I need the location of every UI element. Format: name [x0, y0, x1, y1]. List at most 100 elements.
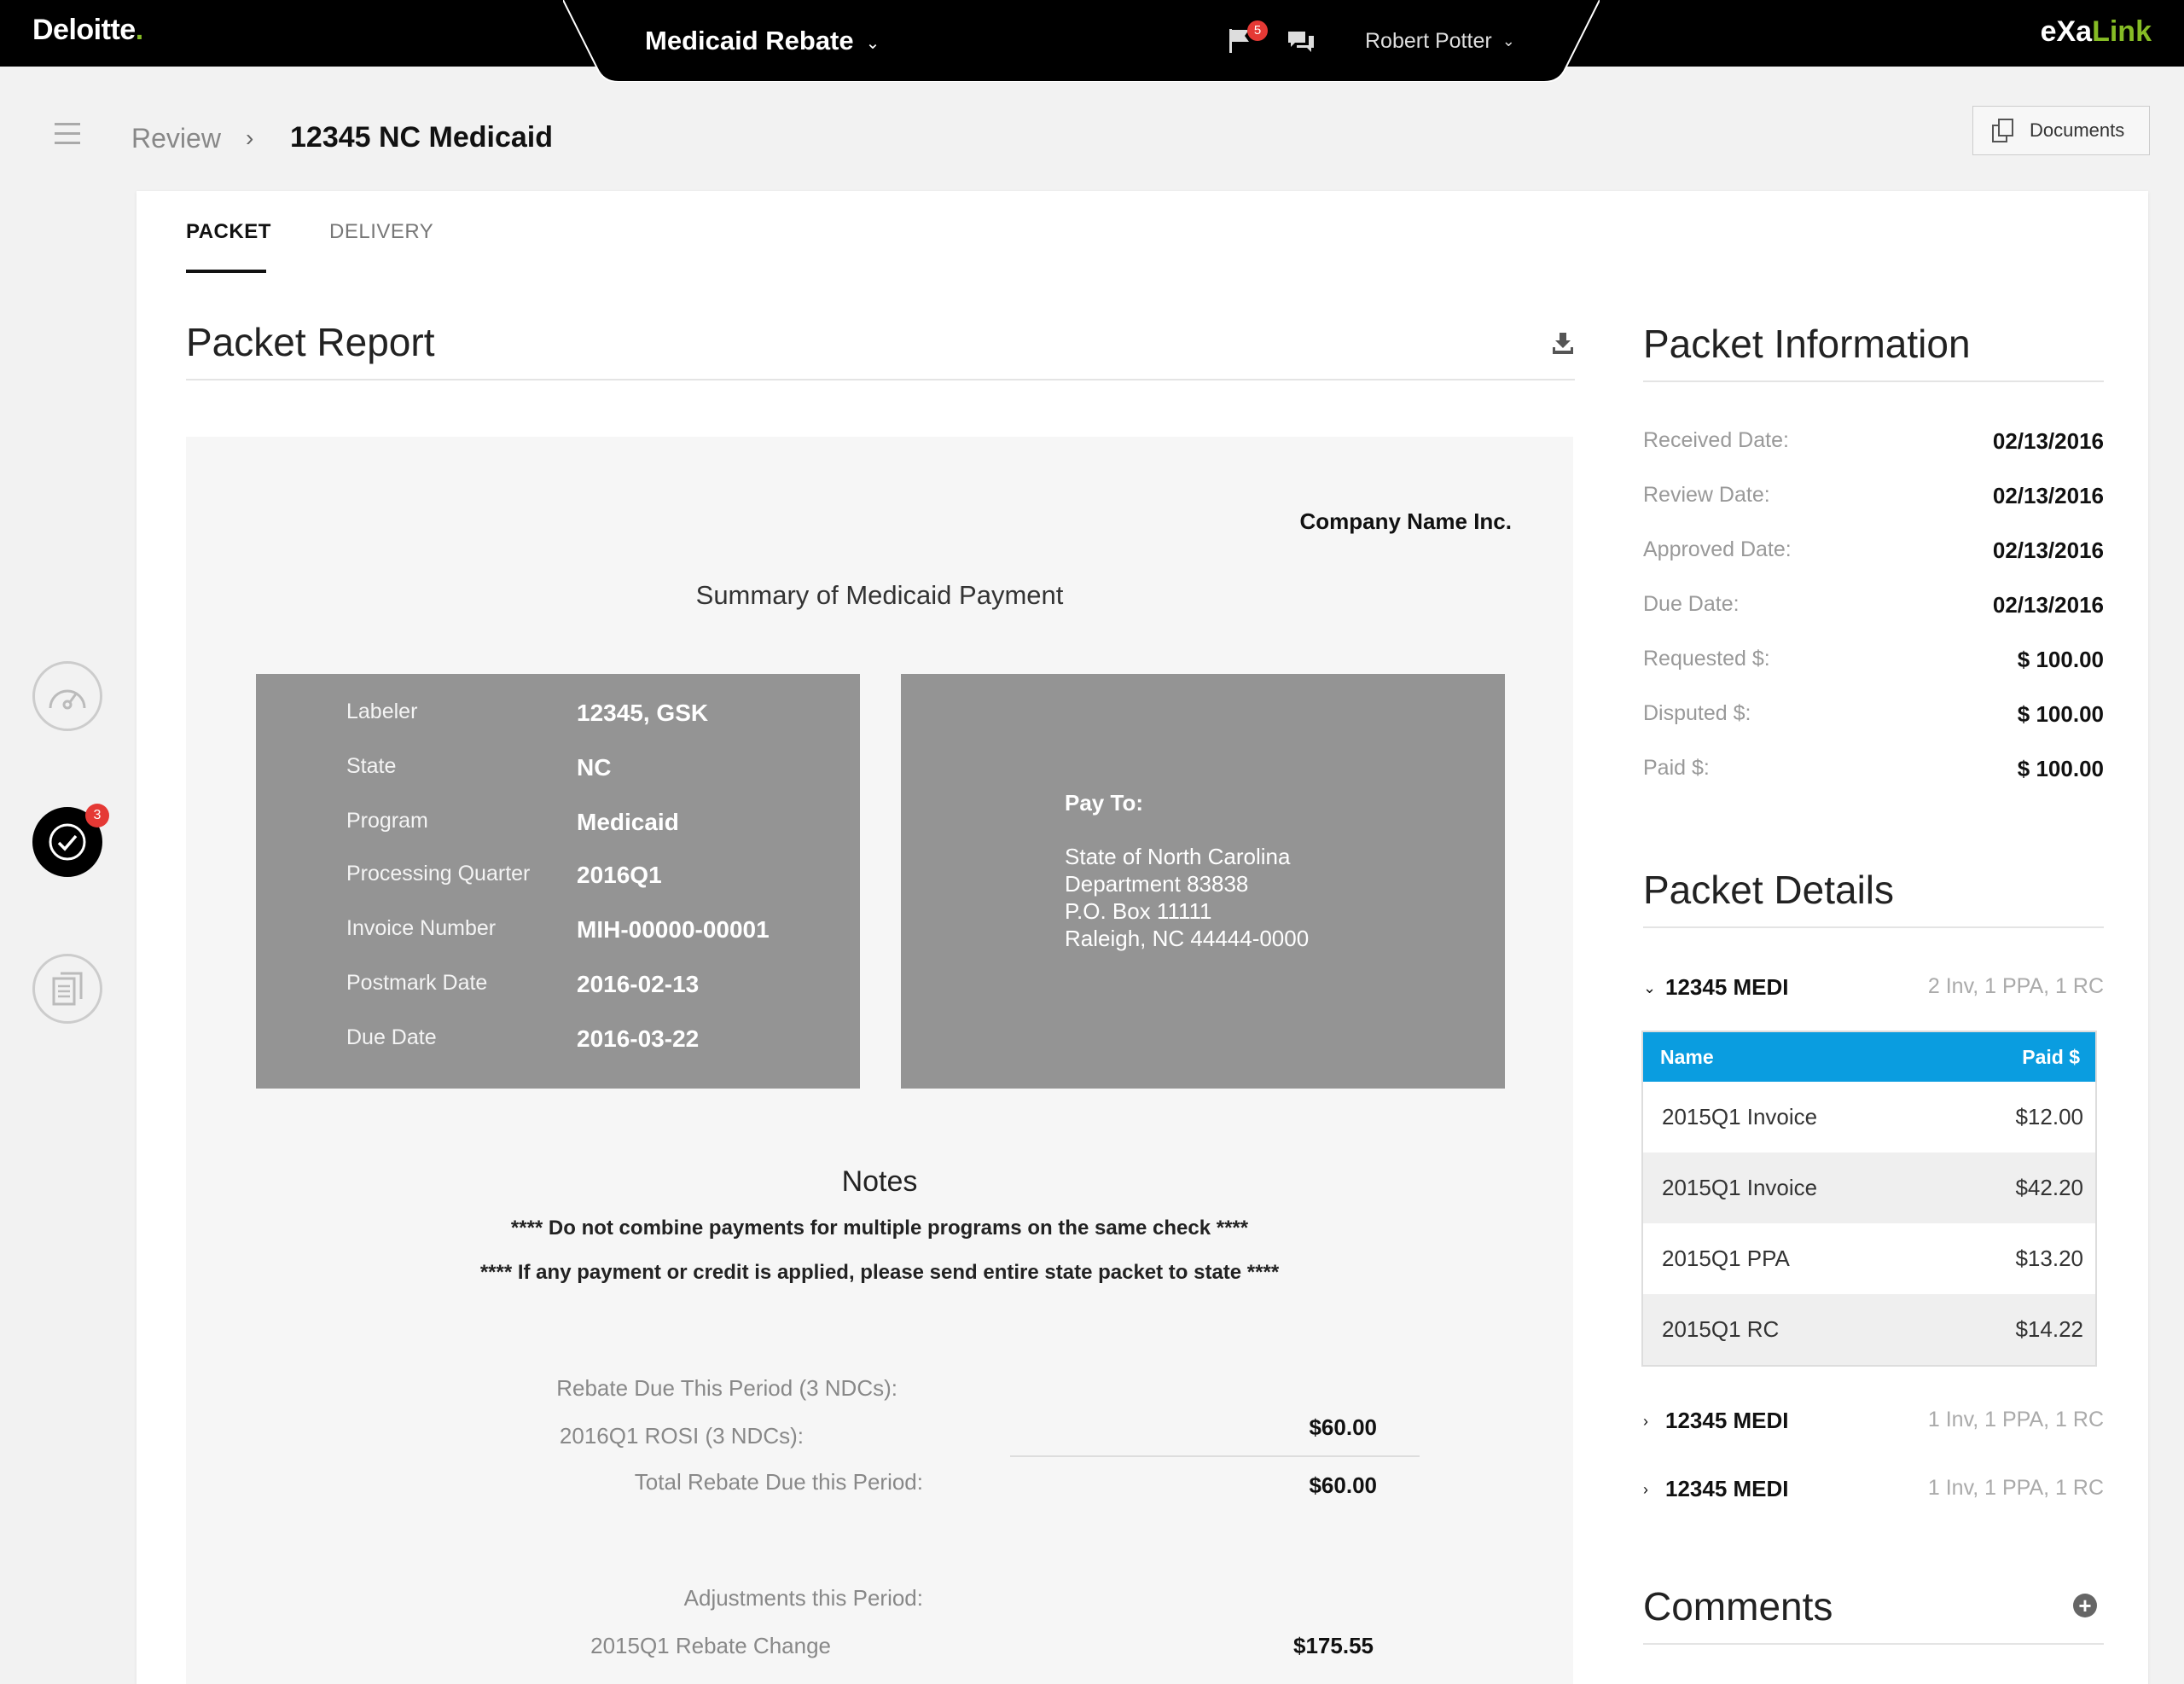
payment-summary-box: Labeler 12345, GSK State NC Program Medicai…	[256, 674, 860, 1089]
field-label: Invoice Number	[346, 916, 497, 940]
reports-nav-button[interactable]	[32, 954, 102, 1024]
info-label: Disputed $:	[1643, 701, 1751, 725]
note-line: **** Do not combine payments for multipl…	[510, 1217, 1249, 1240]
deloitte-logo[interactable]: Deloitte.	[32, 14, 143, 47]
user-name: Robert Potter	[1365, 29, 1492, 53]
address-line: P.O. Box 11111	[1065, 898, 1212, 924]
total-rebate-value: $60.00	[1309, 1472, 1377, 1498]
brand-suffix: Link	[2092, 15, 2152, 48]
details-group[interactable]: ⌄ 12345 MEDI 2 Inv, 1 PPA, 1 RC	[1643, 974, 2104, 1008]
address-line: Raleigh, NC 44444-0000	[1065, 926, 1310, 951]
address-line: State of North Carolina	[1065, 844, 1291, 869]
app-name: Medicaid Rebate	[645, 26, 854, 55]
rosi-label: 2016Q1 ROSI (3 NDCs):	[559, 1423, 804, 1449]
notes-title: Notes	[841, 1165, 918, 1198]
column-header-name[interactable]: Name	[1660, 1046, 1714, 1069]
info-value: 02/13/2016	[1992, 592, 2104, 618]
details-group[interactable]: › 12345 MEDI 1 Inv, 1 PPA, 1 RC	[1643, 1408, 2104, 1442]
user-menu[interactable]: Robert Potter ⌄	[1365, 29, 1515, 54]
info-value: 02/13/2016	[1992, 537, 2104, 563]
chevron-right-icon: ›	[1643, 1481, 1648, 1498]
field-label: Due Date	[346, 1025, 437, 1049]
details-group[interactable]: › 12345 MEDI 1 Inv, 1 PPA, 1 RC	[1643, 1476, 2104, 1510]
field-value: 12345, GSK	[577, 700, 709, 726]
menu-icon[interactable]	[55, 123, 80, 145]
chat-icon[interactable]	[1287, 29, 1317, 56]
rosi-value: $60.00	[1309, 1414, 1377, 1440]
info-label: Review Date:	[1643, 483, 1770, 507]
add-comment-icon[interactable]: +	[2073, 1594, 2097, 1617]
pay-to-label: Pay To:	[1065, 790, 1143, 816]
exalink-logo: eXaLink	[2041, 15, 2152, 49]
tab-packet[interactable]: PACKET	[186, 220, 271, 244]
chevron-down-icon: ⌄	[1643, 979, 1657, 996]
chevron-right-icon: ›	[246, 125, 254, 151]
field-label: State	[346, 754, 397, 778]
chevron-down-icon: ⌄	[1502, 32, 1515, 49]
info-received-date: Received Date: 02/13/2016	[1643, 428, 2104, 462]
field-value: 2016Q1	[577, 862, 662, 888]
packet-report-title: Packet Report	[186, 320, 435, 364]
group-name: 12345 MEDI	[1665, 1476, 1789, 1501]
tab-delivery[interactable]: DELIVERY	[329, 220, 433, 244]
column-header-paid[interactable]: Paid $	[2022, 1046, 2080, 1069]
download-icon[interactable]	[1551, 331, 1577, 357]
summary-title: Summary of Medicaid Payment	[695, 580, 1064, 610]
divider	[1643, 1643, 2104, 1645]
info-label: Due Date:	[1643, 592, 1740, 616]
document-list-icon	[52, 972, 83, 1006]
documents-icon	[1992, 119, 2013, 142]
group-meta: 2 Inv, 1 PPA, 1 RC	[1927, 974, 2104, 998]
adjustments-label: Adjustments this Period:	[683, 1585, 923, 1611]
row-name: 2015Q1 Invoice	[1662, 1104, 1818, 1129]
field-value: NC	[577, 754, 612, 781]
chevron-down-icon: ⌄	[865, 33, 880, 53]
documents-button[interactable]: Documents	[1972, 106, 2150, 155]
row-paid: $14.22	[2015, 1316, 2083, 1342]
address-line: Department 83838	[1065, 871, 1249, 897]
field-label: Processing Quarter	[346, 862, 531, 886]
pay-to-address: State of North Carolina Department 83838…	[1065, 843, 1309, 952]
packet-info-title: Packet Information	[1643, 322, 1971, 366]
divider	[1643, 380, 2104, 382]
brand-prefix: eXa	[2040, 15, 2093, 48]
group-meta: 1 Inv, 1 PPA, 1 RC	[1927, 1408, 2104, 1431]
row-name: 2015Q1 PPA	[1662, 1246, 1790, 1271]
info-label: Received Date:	[1643, 428, 1789, 452]
field-value: MIH-00000-00001	[577, 916, 770, 943]
info-value: $ 100.00	[2017, 756, 2104, 781]
info-due-date: Due Date: 02/13/2016	[1643, 592, 2104, 626]
divider	[1643, 926, 2104, 928]
group-name: 12345 MEDI	[1665, 974, 1789, 1000]
info-paid: Paid $: $ 100.00	[1643, 756, 2104, 790]
company-name: Company Name Inc.	[1299, 508, 1512, 534]
active-tab-indicator	[186, 270, 266, 273]
note-line: **** If any payment or credit is applied…	[479, 1261, 1280, 1284]
total-rebate-label: Total Rebate Due this Period:	[634, 1469, 923, 1495]
field-value: 2016-02-13	[577, 971, 700, 997]
logo-dot: .	[135, 14, 143, 46]
divider	[186, 379, 1575, 380]
info-label: Paid $:	[1643, 756, 1710, 780]
details-table: Name Paid $ 2015Q1 Invoice $12.00 2015Q1…	[1641, 1031, 2097, 1367]
app-switcher[interactable]: Medicaid Rebate ⌄	[645, 26, 880, 56]
top-bar: Deloitte. Medicaid Rebate ⌄ 5 Robert Pot…	[0, 0, 2184, 82]
field-value: Medicaid	[577, 809, 679, 835]
table-row[interactable]: 2015Q1 RC $14.22	[1643, 1294, 2095, 1365]
info-label: Requested $:	[1643, 647, 1770, 671]
info-value: $ 100.00	[2017, 647, 2104, 672]
breadcrumb-review[interactable]: Review	[131, 123, 221, 154]
table-row[interactable]: 2015Q1 PPA $13.20	[1643, 1223, 2095, 1294]
info-label: Approved Date:	[1643, 537, 1792, 561]
dashboard-nav-button[interactable]	[32, 661, 102, 731]
table-row[interactable]: 2015Q1 Invoice $42.20	[1643, 1153, 2095, 1223]
info-review-date: Review Date: 02/13/2016	[1643, 483, 2104, 517]
info-value: $ 100.00	[2017, 701, 2104, 727]
field-label: Labeler	[346, 700, 418, 723]
table-header: Name Paid $	[1643, 1032, 2095, 1082]
check-circle-icon	[49, 823, 86, 861]
main-card: PACKET DELIVERY Packet Report Company Na…	[136, 191, 2148, 1684]
rebate-due-label: Rebate Due This Period (3 NDCs):	[556, 1375, 897, 1401]
field-label: Program	[346, 809, 428, 833]
table-row[interactable]: 2015Q1 Invoice $12.00	[1643, 1082, 2095, 1153]
